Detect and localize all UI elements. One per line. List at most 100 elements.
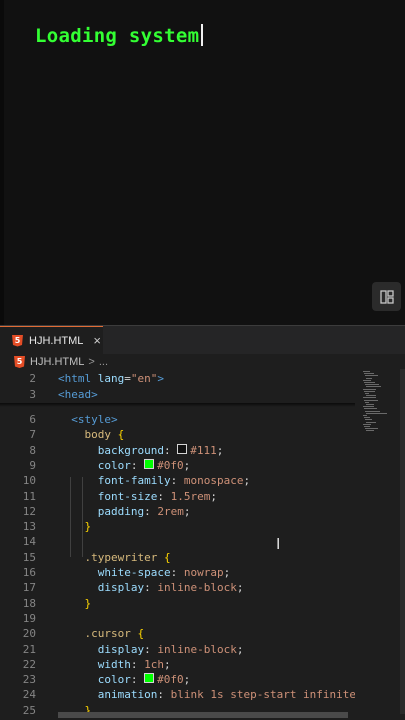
code-token: } xyxy=(84,520,92,534)
code-line[interactable]: 20 .cursor { xyxy=(0,626,355,641)
code-line[interactable]: 9 color: #0f0; xyxy=(0,458,355,473)
code-token: #111 xyxy=(190,443,217,457)
code-token: 1.5rem xyxy=(170,489,211,503)
color-swatch[interactable] xyxy=(177,443,188,454)
breadcrumb-ellipsis[interactable]: ... xyxy=(99,356,108,368)
code-token: font-family xyxy=(97,474,171,488)
line-number: 3 xyxy=(29,388,36,401)
minimap-line xyxy=(364,373,374,375)
code-area[interactable]: 2 <html lang="en"> 3 <head> 6 <style> 7 body … xyxy=(0,369,355,714)
code-text: <html lang="en"> xyxy=(58,371,164,386)
code-line[interactable]: 7 body { xyxy=(0,427,355,442)
layout-toggle-button[interactable] xyxy=(372,282,401,311)
code-line[interactable]: 12 padding: 2rem; xyxy=(0,504,355,519)
code-line[interactable]: 18 } xyxy=(0,596,355,611)
code-line[interactable]: 21 display: inline-block; xyxy=(0,642,355,657)
code-token: display xyxy=(97,581,145,595)
code-text: .typewriter { xyxy=(58,550,171,565)
code-text: padding: 2rem; xyxy=(58,504,191,519)
code-line[interactable]: 15 .typewriter { xyxy=(0,550,355,565)
code-text: body { xyxy=(58,427,125,442)
close-icon[interactable]: × xyxy=(93,333,101,348)
code-token: : xyxy=(144,642,158,656)
code-token: > xyxy=(157,372,164,385)
code-line[interactable]: 13 } xyxy=(0,519,355,534)
line-number: 8 xyxy=(29,443,36,457)
line-number: 9 xyxy=(29,458,36,472)
line-number: 14 xyxy=(22,535,36,549)
code-line[interactable]: 23 color: #0f0; xyxy=(0,672,355,687)
line-number: 20 xyxy=(22,627,36,641)
code-line[interactable]: 2 <html lang="en"> xyxy=(0,371,355,386)
minimap-line xyxy=(365,401,370,403)
code-line[interactable]: 19 xyxy=(0,611,355,626)
minimap-line xyxy=(363,379,372,381)
code-line[interactable]: 16 white-space: nowrap; xyxy=(0,565,355,580)
color-swatch[interactable] xyxy=(144,673,155,684)
code-line[interactable]: 24 animation: blink 1s step-start infini… xyxy=(0,687,355,702)
code-token: ; xyxy=(243,474,251,488)
code-token: "en" xyxy=(130,372,158,385)
minimap-line xyxy=(364,417,370,419)
html5-icon: 5 xyxy=(12,334,23,347)
code-text: white-space: nowrap; xyxy=(58,565,230,580)
code-token: inline-block xyxy=(157,642,237,656)
code-line[interactable]: 17 display: inline-block; xyxy=(0,580,355,595)
code-token: white-space xyxy=(97,566,171,579)
typing-cursor xyxy=(201,24,204,46)
code-line[interactable]: 8 background: #111; xyxy=(0,443,355,458)
text-cursor-icon: I xyxy=(276,535,281,553)
code-text: width: 1ch; xyxy=(58,657,171,672)
code-token: : xyxy=(130,458,145,472)
minimap-line xyxy=(365,428,378,430)
minimap-line xyxy=(363,423,372,425)
code-line[interactable]: 22 width: 1ch; xyxy=(0,657,355,672)
code-line[interactable]: 14 xyxy=(0,534,355,549)
layout-toggle-icon xyxy=(379,289,394,304)
code-line[interactable]: 10 font-family: monospace; xyxy=(0,473,355,488)
code-text: font-size: 1.5rem; xyxy=(58,489,217,504)
code-text: color: #0f0; xyxy=(58,672,190,687)
code-line[interactable]: 11 font-size: 1.5rem; xyxy=(0,489,355,504)
vertical-scrollbar[interactable] xyxy=(400,369,405,714)
code-token: ; xyxy=(236,581,244,595)
minimap-line xyxy=(366,395,376,397)
minimap[interactable] xyxy=(360,369,405,714)
code-token: : xyxy=(144,581,158,595)
line-number: 19 xyxy=(22,611,36,625)
code-token: <html xyxy=(58,372,98,385)
tab-hjh-html[interactable]: 5 HJH.HTML × xyxy=(0,326,103,354)
code-token: color xyxy=(97,673,131,687)
sticky-scroll-shadow xyxy=(0,403,355,407)
breadcrumb-file[interactable]: HJH.HTML xyxy=(30,356,84,368)
code-token: ; xyxy=(164,657,171,671)
code-line[interactable]: 6 <style> xyxy=(0,412,355,427)
code-text: animation: blink 1s step-start infinite; xyxy=(58,687,355,702)
code-token: { xyxy=(137,627,145,641)
typewriter-text: Loading system xyxy=(35,24,204,47)
line-number: 13 xyxy=(22,520,36,534)
line-number: 11 xyxy=(22,489,36,503)
minimap-line xyxy=(363,371,370,372)
line-number: 2 xyxy=(29,372,36,385)
code-token: : xyxy=(130,673,145,687)
code-line[interactable]: 3 <head> xyxy=(0,387,355,402)
code-editor[interactable]: 5 HJH.HTML × 5 HJH.HTML > ... 2 <html lan… xyxy=(0,325,405,720)
code-token: animation xyxy=(97,688,158,702)
code-token: : xyxy=(170,566,184,579)
minimap-line xyxy=(364,426,371,427)
code-token: .typewriter xyxy=(84,550,158,564)
code-token: ; xyxy=(183,504,191,518)
code-text: } xyxy=(58,596,92,611)
horizontal-scrollbar[interactable] xyxy=(58,712,348,718)
color-swatch[interactable] xyxy=(144,458,155,469)
